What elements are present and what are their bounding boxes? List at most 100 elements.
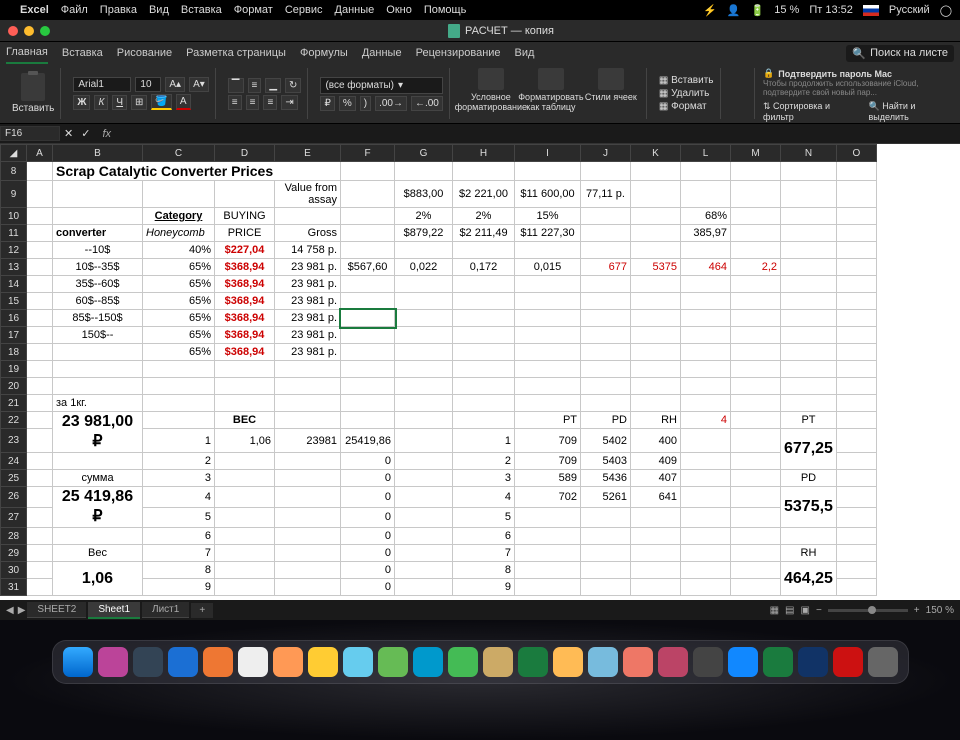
col-header[interactable]: E <box>275 145 341 162</box>
menu-edit[interactable]: Правка <box>100 4 137 16</box>
cell[interactable]: 2 <box>453 453 515 470</box>
dock-app-icon[interactable] <box>378 647 408 677</box>
row-header[interactable]: 12 <box>1 242 27 259</box>
cell[interactable]: $883,00 <box>395 181 453 208</box>
align-left-button[interactable]: ≡ <box>228 95 242 110</box>
cell[interactable]: $2 221,00 <box>453 181 515 208</box>
active-cell[interactable] <box>341 310 395 327</box>
cell[interactable]: ВЕС <box>215 412 275 429</box>
cell[interactable]: $368,94 <box>215 259 275 276</box>
cell[interactable]: 25 419,86 ₽ <box>53 487 143 528</box>
cell[interactable]: $11 227,30 <box>515 225 581 242</box>
insert-cells-button[interactable]: ▦ Вставить <box>659 75 714 86</box>
menu-window[interactable]: Окно <box>386 4 412 16</box>
cell[interactable]: 1 <box>453 429 515 453</box>
find-select-button[interactable]: 🔍 Найти и выделить <box>869 101 954 122</box>
row-header[interactable]: 22 <box>1 412 27 429</box>
dock-app-icon[interactable] <box>518 647 548 677</box>
cell[interactable]: 2% <box>395 208 453 225</box>
cell[interactable]: PT <box>515 412 581 429</box>
underline-button[interactable]: Ч <box>112 95 127 110</box>
col-header[interactable]: H <box>453 145 515 162</box>
cell[interactable]: 40% <box>143 242 215 259</box>
tab-data[interactable]: Данные <box>362 43 402 63</box>
cell[interactable]: Category <box>143 208 215 225</box>
tab-formulas[interactable]: Формулы <box>300 43 348 63</box>
align-mid-button[interactable]: ≡ <box>248 78 262 93</box>
cell[interactable]: RH <box>781 545 837 562</box>
cell[interactable]: 5436 <box>581 470 631 487</box>
row-header[interactable]: 10 <box>1 208 27 225</box>
row-header[interactable]: 30 <box>1 562 27 579</box>
cell[interactable]: --10$ <box>53 242 143 259</box>
menu-file[interactable]: Файл <box>61 4 88 16</box>
cell[interactable]: 65% <box>143 259 215 276</box>
row-header[interactable]: 15 <box>1 293 27 310</box>
menu-view[interactable]: Вид <box>149 4 169 16</box>
fill-color-button[interactable]: 🪣 <box>151 94 171 110</box>
cell[interactable]: 5403 <box>581 453 631 470</box>
orientation-button[interactable]: ↻ <box>285 78 301 93</box>
currency-button[interactable]: ₽ <box>320 96 334 111</box>
zoom-level[interactable]: 150 % <box>926 605 954 616</box>
comma-button[interactable]: ) <box>360 96 371 111</box>
cell[interactable]: 0 <box>341 507 395 528</box>
cell[interactable]: 68% <box>681 208 731 225</box>
cell[interactable]: RH <box>631 412 681 429</box>
cell[interactable]: 2,2 <box>731 259 781 276</box>
cell[interactable]: 3 <box>453 470 515 487</box>
cell[interactable]: 6 <box>143 528 215 545</box>
cell[interactable]: 1,06 <box>53 562 143 596</box>
dock-calendar-icon[interactable] <box>238 647 268 677</box>
name-box[interactable]: F16 <box>0 126 60 141</box>
cell[interactable]: PRICE <box>215 225 275 242</box>
col-header[interactable]: M <box>731 145 781 162</box>
cell[interactable]: 3 <box>143 470 215 487</box>
cell[interactable]: 6 <box>453 528 515 545</box>
col-header[interactable]: F <box>341 145 395 162</box>
dock-app-icon[interactable] <box>343 647 373 677</box>
dock-finder-icon[interactable] <box>63 647 93 677</box>
cell[interactable]: 9 <box>143 579 215 596</box>
zoom-out-button[interactable]: − <box>816 605 822 616</box>
cell[interactable]: 65% <box>143 327 215 344</box>
view-break-icon[interactable]: ▣ <box>801 605 810 616</box>
cell[interactable]: 23981 <box>275 429 341 453</box>
col-header[interactable]: D <box>215 145 275 162</box>
cell[interactable]: $368,94 <box>215 276 275 293</box>
delete-cells-button[interactable]: ▦ Удалить <box>659 88 714 99</box>
menu-format[interactable]: Формат <box>234 4 273 16</box>
cell[interactable]: 5402 <box>581 429 631 453</box>
tab-draw[interactable]: Рисование <box>117 43 172 63</box>
cell[interactable]: 4 <box>453 487 515 508</box>
cell[interactable]: 25419,86 <box>341 429 395 453</box>
font-color-button[interactable]: A <box>176 94 191 110</box>
minimize-window-button[interactable] <box>24 26 34 36</box>
next-sheet-button[interactable]: ▶ <box>18 605 26 616</box>
align-top-button[interactable]: ▔ <box>228 78 244 93</box>
tab-home[interactable]: Главная <box>6 42 48 64</box>
cell[interactable]: $368,94 <box>215 310 275 327</box>
cell[interactable]: 677 <box>581 259 631 276</box>
cell[interactable]: 5 <box>143 507 215 528</box>
dock-app-icon[interactable] <box>588 647 618 677</box>
cell[interactable]: 677,25 <box>781 429 837 470</box>
user-icon[interactable]: 👤 <box>727 4 741 17</box>
dock-app-icon[interactable] <box>413 647 443 677</box>
bold-button[interactable]: Ж <box>73 95 90 110</box>
col-header[interactable]: O <box>836 145 876 162</box>
siri-icon[interactable]: ◯ <box>940 4 952 17</box>
cell[interactable]: 8 <box>143 562 215 579</box>
cell[interactable]: 1 <box>143 429 215 453</box>
cell[interactable]: 5375 <box>631 259 681 276</box>
dock-safari-icon[interactable] <box>168 647 198 677</box>
spreadsheet-grid[interactable]: ◢ A B C D E F G H I J K L M N O 8 Scrap … <box>0 144 960 600</box>
cell[interactable] <box>53 344 143 361</box>
tab-review[interactable]: Рецензирование <box>416 43 501 63</box>
format-cells-button[interactable]: ▦ Формат <box>659 101 714 112</box>
cell[interactable]: 65% <box>143 276 215 293</box>
dock-appstore-icon[interactable] <box>728 647 758 677</box>
sheet-tab[interactable]: Лист1 <box>142 602 189 618</box>
prev-sheet-button[interactable]: ◀ <box>6 605 14 616</box>
dock-app-icon[interactable] <box>483 647 513 677</box>
